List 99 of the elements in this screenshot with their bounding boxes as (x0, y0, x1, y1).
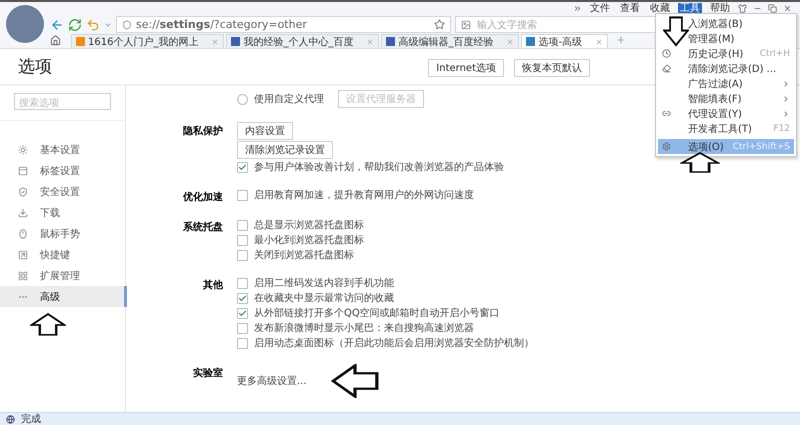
sidebar-item[interactable]: 高级 (0, 286, 127, 307)
page-title: 选项 (18, 56, 52, 78)
checkbox-label: 发布新浪微博时显示小尾巴：来自搜狗高速浏览器 (254, 322, 474, 335)
menu-item[interactable]: 查看 (618, 2, 642, 14)
close-tab-icon[interactable] (211, 38, 220, 46)
link-icon (662, 109, 671, 118)
checkbox[interactable] (237, 278, 248, 288)
favicon-icon (526, 37, 536, 46)
checkbox-label: 从外部链接打开多个QQ空间或邮箱时自动开启小号窗口 (254, 306, 500, 320)
check-icon (238, 162, 247, 172)
new-tab-icon[interactable] (616, 35, 626, 45)
menu-entry[interactable]: 代理设置(Y) (658, 106, 794, 121)
sidebar-item[interactable]: 标签设置 (0, 160, 127, 181)
sun-icon (18, 144, 28, 154)
star-icon[interactable] (434, 19, 445, 30)
menu-item[interactable]: 收藏 (648, 2, 672, 14)
download-icon (18, 208, 28, 218)
back-icon[interactable] (50, 18, 64, 32)
sidebar-item[interactable]: 扩展管理 (0, 265, 127, 286)
checkbox-label: 在收藏夹中显示最常访问的收藏 (254, 292, 394, 305)
undo-icon[interactable] (86, 18, 100, 32)
browser-tab[interactable]: 选项-高级 (521, 34, 608, 48)
menu-entry[interactable]: 开发者工具(T) F12 (658, 121, 794, 136)
eraser-icon (662, 64, 671, 73)
sidebar-item[interactable]: 基本设置 (0, 139, 127, 160)
close-tab-icon[interactable] (366, 38, 374, 46)
menu-item[interactable]: 工具 (678, 2, 702, 14)
section-label: 系统托盘 (182, 220, 223, 235)
more-icon[interactable] (573, 4, 582, 13)
settings-icon (662, 142, 671, 151)
menu-entry[interactable]: 选项(O) Ctrl+Shift+S (658, 139, 794, 154)
header-button[interactable]: Internet选项 (428, 59, 504, 77)
image-icon (461, 20, 471, 30)
checkbox[interactable] (237, 292, 248, 304)
checkbox-label: 最小化到浏览器托盘图标 (254, 234, 364, 247)
favicon-icon (76, 37, 85, 46)
section-label: 其他 (202, 278, 223, 293)
status-text: 完成 (21, 412, 41, 425)
sidebar-item[interactable]: 安全设置 (0, 181, 127, 202)
tab-icon (18, 166, 28, 176)
status-icon (6, 414, 15, 424)
favicon-icon (231, 37, 240, 46)
shortcut-icon (18, 250, 28, 260)
refresh-icon[interactable] (68, 18, 82, 32)
home-icon[interactable] (50, 35, 61, 46)
left-arrow-drawing (330, 364, 379, 398)
menu-entry[interactable]: 清除浏览记录(D) ... (658, 61, 794, 76)
section-label: 优化加速 (182, 190, 223, 204)
checkbox-label: 总是显示浏览器托盘图标 (254, 218, 364, 232)
browser-tab[interactable]: 高级编辑器_百度经验 (381, 34, 520, 48)
menu-item[interactable]: 文件 (588, 2, 612, 14)
more-settings-link[interactable]: 更多高级设置... (237, 374, 307, 388)
menu-entry[interactable]: 智能填表(F) (658, 91, 794, 106)
sidebar-item[interactable]: 鼠标手势 (0, 223, 127, 244)
checkbox[interactable] (237, 338, 248, 348)
close-tab-icon[interactable] (506, 38, 514, 46)
browser-tab[interactable]: 1616个人门户_我的网上 (71, 34, 224, 48)
up-arrow-drawing (30, 313, 66, 337)
shirt-icon[interactable] (738, 4, 747, 13)
settings-button[interactable]: 内容设置 (237, 122, 293, 140)
shield-icon (18, 186, 28, 196)
section-label: 实验室 (192, 366, 223, 381)
checkbox[interactable] (237, 322, 248, 334)
menu-entry[interactable]: 历史记录(H) Ctrl+H (658, 46, 794, 61)
checkbox[interactable] (237, 190, 248, 200)
section-label: 隐私保护 (182, 124, 223, 139)
grid-icon (18, 270, 28, 280)
radio-label: 使用自定义代理 (254, 92, 324, 106)
checkbox[interactable] (237, 162, 248, 172)
mouse-icon (18, 228, 28, 238)
url-text: se://settings/?category=other (136, 18, 307, 31)
close-icon[interactable] (783, 4, 792, 13)
checkbox[interactable] (237, 250, 248, 260)
checkbox[interactable] (237, 234, 248, 246)
checkbox-label: 关闭到浏览器托盘图标 (254, 248, 354, 262)
address-bar[interactable]: se://settings/?category=other (116, 16, 451, 33)
browser-tab[interactable]: 我的经验_个人中心_百度 (226, 34, 380, 48)
favicon-icon (386, 37, 396, 46)
menu-entry[interactable]: 管理器(M) (658, 31, 794, 46)
checkbox-label: 启用教育网加速，提升教育网用户的外网访问速度 (254, 188, 474, 202)
checkbox-label: 启用动态桌面图标（开启此功能后会启用浏览器安全防护机制） (254, 336, 534, 350)
checkbox-label: 参与用户体验改善计划，帮助我们改善浏览器的产品体验 (254, 160, 504, 174)
checkbox[interactable] (237, 220, 248, 230)
menu-entry[interactable]: 广告过滤(A) (658, 76, 794, 91)
menu-item[interactable]: 帮助 (708, 2, 732, 14)
menu-entry[interactable]: 入浏览器(B) (658, 16, 794, 31)
settings-button[interactable]: 清除浏览记录设置 (237, 141, 333, 159)
clock-icon (662, 49, 671, 58)
checkbox-label: 启用二维码发送内容到手机功能 (254, 276, 394, 290)
restore-icon[interactable] (768, 4, 777, 13)
close-tab-icon[interactable] (595, 38, 604, 46)
avatar-photo-placeholder[interactable] (6, 5, 44, 43)
checkbox[interactable] (237, 308, 248, 318)
down-arrow-drawing (663, 16, 689, 48)
sidebar-item[interactable]: 快捷键 (0, 244, 127, 265)
shield-icon (122, 20, 132, 30)
sidebar-item[interactable]: 下载 (0, 202, 127, 223)
header-button[interactable]: 恢复本页默认 (514, 59, 590, 77)
radio-button[interactable] (237, 94, 248, 104)
